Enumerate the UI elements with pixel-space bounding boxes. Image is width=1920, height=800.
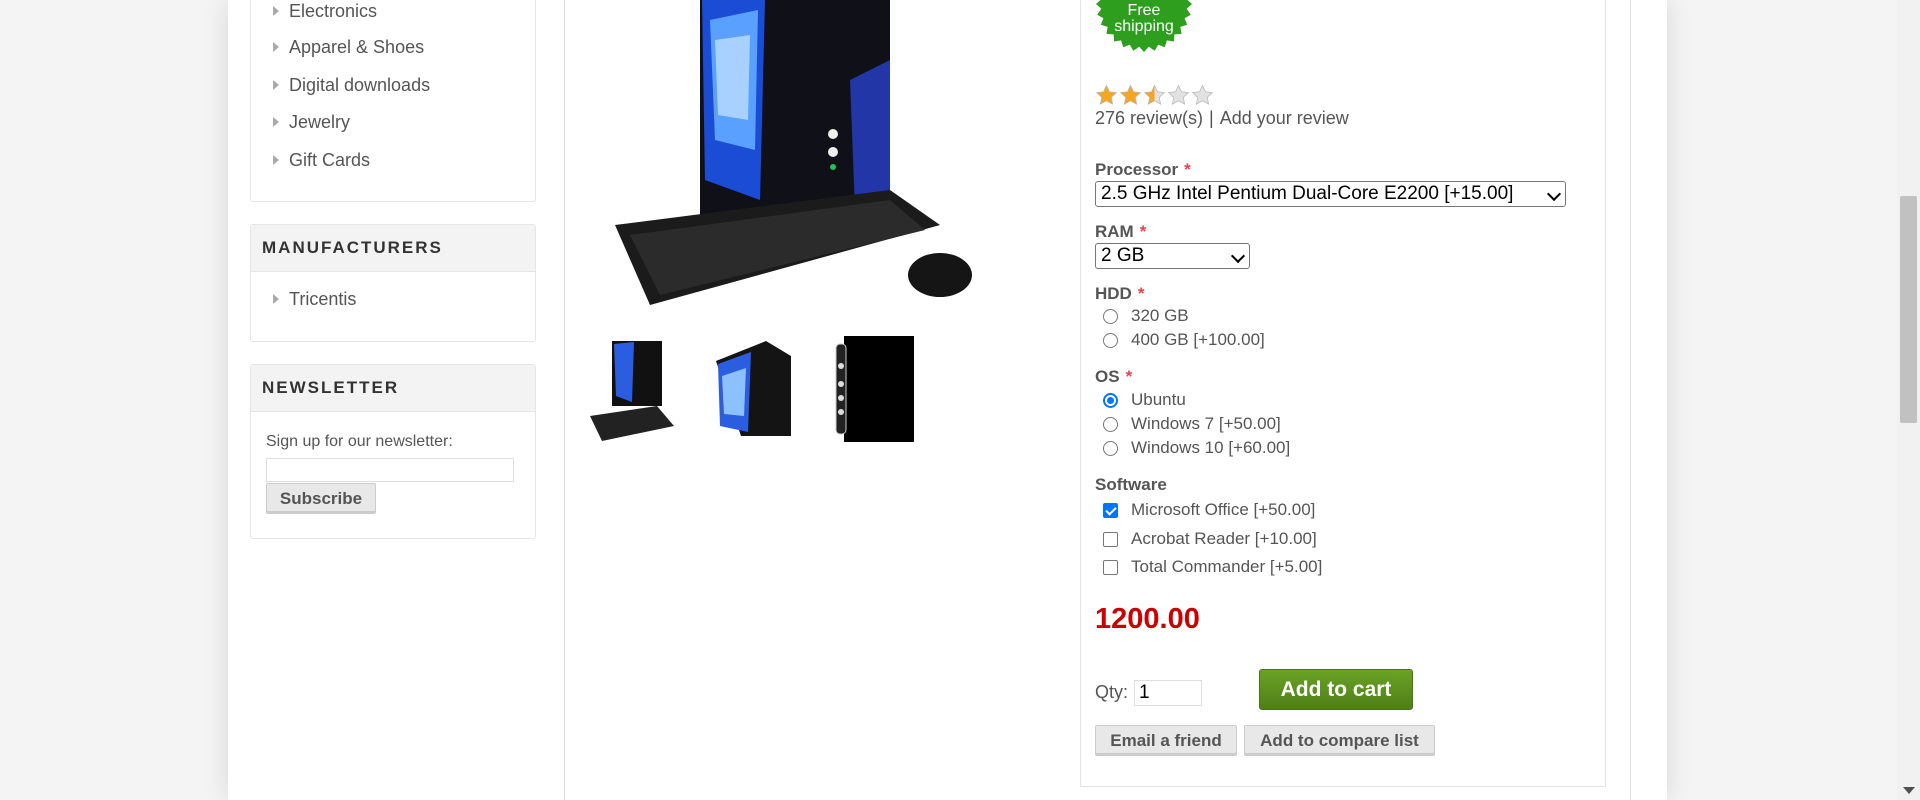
os-option-label: Windows 10 [+60.00] [1131, 438, 1291, 457]
add-review-link[interactable]: Add your review [1220, 108, 1349, 128]
os-option-label: Ubuntu [1131, 390, 1186, 409]
processor-select-value: 2.5 GHz Intel Pentium Dual-Core E2200 [+… [1101, 183, 1514, 204]
processor-select[interactable]: 2.5 GHz Intel Pentium Dual-Core E2200 [+… [1095, 181, 1566, 207]
scrollbar-thumb[interactable] [1900, 196, 1917, 423]
required-mark: * [1137, 284, 1145, 303]
reviews-separator: | [1209, 108, 1214, 128]
os-radio-checked[interactable] [1103, 392, 1118, 408]
os-option-ubuntu[interactable]: Ubuntu [1103, 389, 1186, 411]
reviews-link[interactable]: 276 review(s) [1095, 108, 1203, 128]
caret-right-icon [273, 117, 279, 127]
hdd-option-400gb[interactable]: 400 GB [+100.00] [1103, 329, 1265, 351]
hdd-option-label: 400 GB [+100.00] [1131, 330, 1265, 349]
caret-right-icon [273, 6, 279, 16]
email-friend-button[interactable]: Email a friend [1095, 725, 1237, 756]
required-mark: * [1125, 367, 1133, 386]
software-option-microsoft-office[interactable]: Microsoft Office [+50.00] [1103, 499, 1315, 521]
newsletter-label: Sign up for our newsletter: [266, 433, 453, 450]
software-checkbox-checked[interactable] [1103, 502, 1118, 518]
os-option-label: Windows 7 [+50.00] [1131, 414, 1281, 433]
os-label-text: OS [1095, 367, 1120, 386]
software-label: Software [1095, 475, 1167, 494]
os-option-windows-7[interactable]: Windows 7 [+50.00] [1103, 413, 1281, 435]
category-digital-downloads[interactable]: Digital downloads [251, 71, 430, 99]
os-option-windows-10[interactable]: Windows 10 [+60.00] [1103, 437, 1290, 459]
hdd-radio[interactable] [1103, 308, 1118, 324]
chevron-down-icon [1546, 186, 1562, 202]
manufacturer-label[interactable]: Tricentis [289, 289, 356, 309]
rating-stars [1095, 84, 1214, 108]
caret-right-icon [273, 155, 279, 165]
software-checkbox[interactable] [1103, 531, 1118, 547]
ram-label-text: RAM [1095, 222, 1134, 241]
free-shipping-badge-text: Free shipping [1114, 2, 1174, 35]
manufacturers-title: MANUFACTURERS [251, 225, 535, 272]
software-checkbox[interactable] [1103, 559, 1118, 575]
add-to-cart-button[interactable]: Add to cart [1259, 669, 1413, 710]
manufacturer-tricentis[interactable]: Tricentis [251, 285, 356, 313]
star-icon [1191, 84, 1214, 105]
scroll-down-arrow-icon[interactable] [1897, 782, 1920, 800]
qty-label: Qty: [1095, 682, 1129, 702]
hdd-label: HDD * [1095, 284, 1144, 304]
software-option-label: Acrobat Reader [+10.00] [1131, 529, 1317, 548]
hdd-option-320gb[interactable]: 320 GB [1103, 305, 1189, 327]
product-thumbnail-1[interactable] [582, 336, 674, 442]
chevron-down-icon [1230, 248, 1246, 264]
add-to-compare-button[interactable]: Add to compare list [1244, 725, 1435, 756]
star-icon [1119, 84, 1142, 105]
newsletter-email-input[interactable] [266, 458, 514, 482]
newsletter-title: NEWSLETTER [251, 365, 535, 412]
page-scrollbar[interactable] [1897, 0, 1920, 800]
category-label[interactable]: Gift Cards [289, 150, 370, 170]
category-apparel-shoes[interactable]: Apparel & Shoes [251, 33, 424, 61]
ram-label: RAM * [1095, 222, 1146, 242]
required-mark: * [1184, 160, 1191, 179]
hdd-option-label: 320 GB [1131, 306, 1189, 325]
software-option-acrobat-reader[interactable]: Acrobat Reader [+10.00] [1103, 528, 1317, 550]
software-option-label: Total Commander [+5.00] [1131, 557, 1323, 576]
processor-label-text: Processor [1095, 160, 1179, 179]
product-thumbnail-3[interactable] [822, 336, 914, 442]
category-electronics[interactable]: Electronics [251, 0, 377, 25]
category-label[interactable]: Apparel & Shoes [289, 37, 424, 57]
newsletter-block: NEWSLETTER Sign up for our newsletter: S… [250, 364, 536, 539]
star-icon [1167, 84, 1190, 105]
software-option-label: Microsoft Office [+50.00] [1131, 500, 1316, 519]
processor-label: Processor * [1095, 160, 1191, 180]
ram-select[interactable]: 2 GB [1095, 243, 1250, 269]
qty-input[interactable]: 1 [1134, 680, 1202, 706]
category-label[interactable]: Electronics [289, 1, 377, 21]
caret-right-icon [273, 294, 279, 304]
manufacturers-block: MANUFACTURERS Tricentis [250, 224, 536, 342]
subscribe-button[interactable]: Subscribe [266, 483, 376, 514]
star-icon [1095, 84, 1118, 105]
product-main-image[interactable] [590, 0, 990, 310]
software-option-total-commander[interactable]: Total Commander [+5.00] [1103, 556, 1322, 578]
caret-right-icon [273, 80, 279, 90]
star-icon [1143, 84, 1166, 105]
os-label: OS * [1095, 367, 1132, 387]
ram-select-value: 2 GB [1101, 245, 1145, 266]
caret-right-icon [273, 42, 279, 52]
category-label[interactable]: Jewelry [289, 112, 350, 132]
required-mark: * [1139, 222, 1147, 241]
os-radio[interactable] [1103, 440, 1118, 456]
hdd-label-text: HDD [1095, 284, 1132, 303]
product-price: 1200.00 [1095, 603, 1200, 635]
os-radio[interactable] [1103, 416, 1118, 432]
reviews-row: 276 review(s) | Add your review [1095, 108, 1349, 129]
product-thumbnail-2[interactable] [706, 336, 798, 442]
category-jewelry[interactable]: Jewelry [251, 108, 350, 136]
category-label[interactable]: Digital downloads [289, 75, 430, 95]
category-gift-cards[interactable]: Gift Cards [251, 146, 370, 174]
categories-block: Electronics Apparel & Shoes Digital down… [250, 0, 536, 202]
hdd-radio[interactable] [1103, 332, 1118, 348]
